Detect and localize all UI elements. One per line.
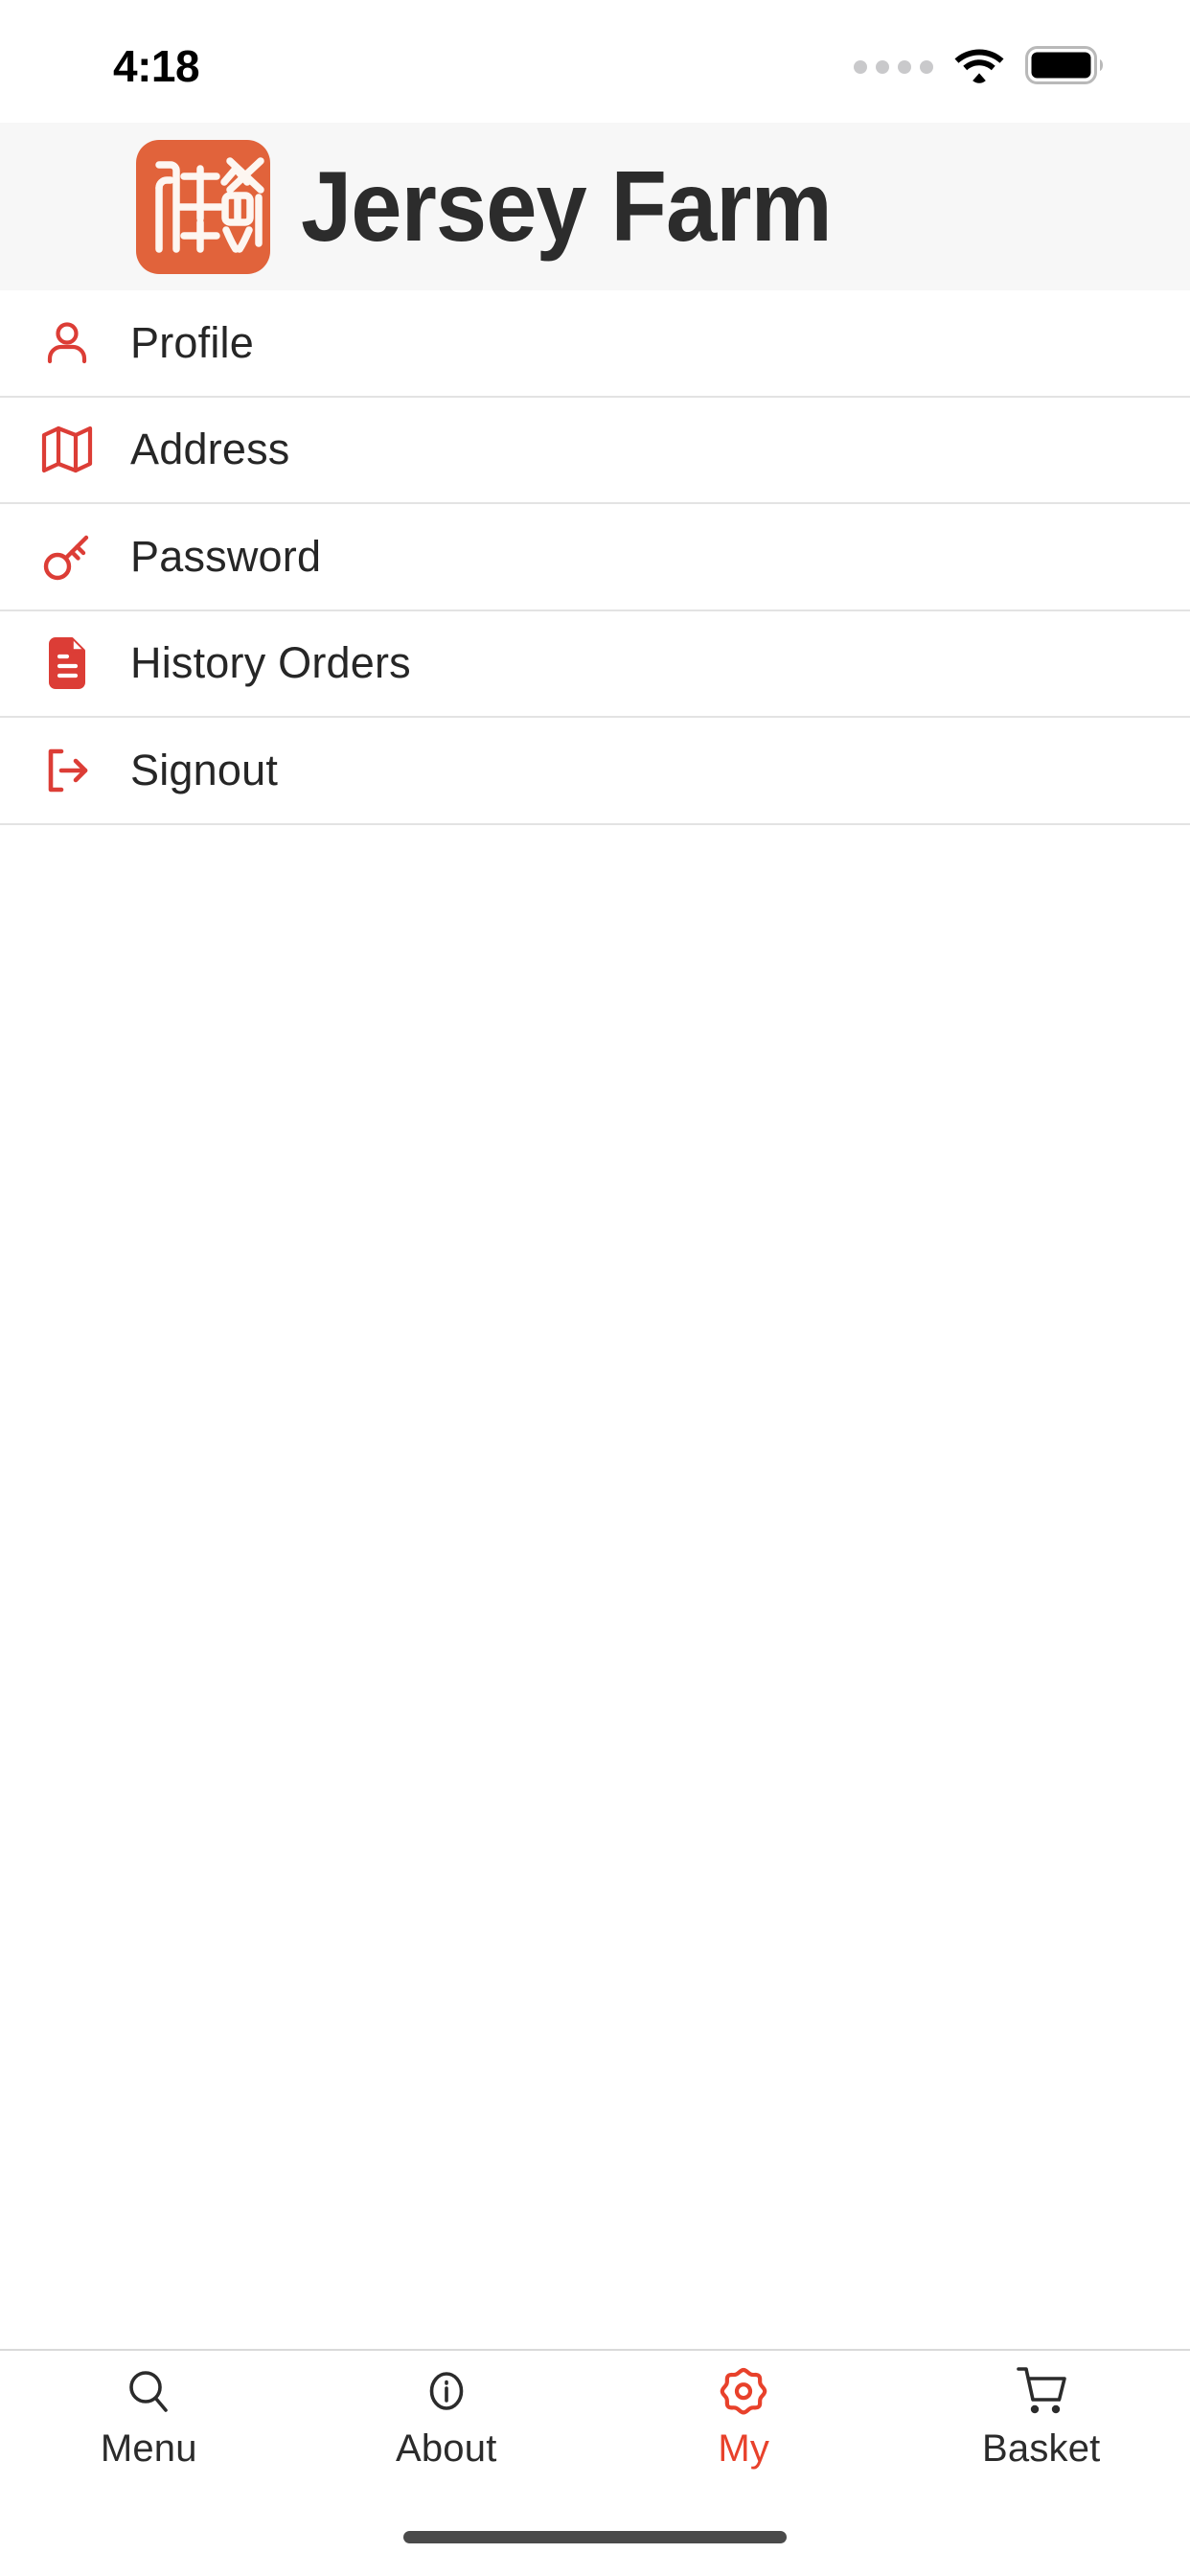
tab-label: About — [395, 2427, 497, 2470]
status-bar-indicators — [854, 45, 1106, 89]
shopping-cart-icon — [1013, 2364, 1070, 2420]
menu-item-profile[interactable]: Profile — [0, 290, 1190, 398]
signal-dots-icon — [854, 60, 933, 74]
menu-item-label: Password — [130, 531, 322, 581]
document-icon — [38, 634, 96, 692]
menu-item-label: Signout — [130, 745, 279, 794]
tab-label: Menu — [100, 2427, 197, 2470]
bottom-tab-bar: Menu About My Basket — [0, 2349, 1190, 2497]
menu-item-history-orders[interactable]: History Orders — [0, 610, 1190, 718]
tab-about[interactable]: About — [298, 2364, 596, 2471]
key-icon — [38, 528, 96, 586]
app-screen: 4:18 Jersey Farm Profile Address Passwor… — [0, 0, 1190, 2576]
status-bar-clock: 4:18 — [113, 41, 200, 91]
tab-my[interactable]: My — [595, 2364, 893, 2471]
tab-menu[interactable]: Menu — [0, 2364, 298, 2471]
app-header: Jersey Farm — [0, 123, 1190, 290]
user-icon — [38, 314, 96, 372]
menu-item-label: History Orders — [130, 638, 411, 688]
account-menu-list: Profile Address Password History Orders … — [0, 290, 1190, 825]
logout-icon — [38, 742, 96, 799]
menu-item-password[interactable]: Password — [0, 504, 1190, 611]
home-indicator-area — [0, 2497, 1190, 2576]
menu-item-label: Address — [130, 425, 290, 474]
info-circle-icon — [420, 2364, 473, 2420]
search-icon — [122, 2364, 175, 2420]
tab-label: My — [718, 2427, 770, 2470]
home-indicator-bar[interactable] — [403, 2530, 787, 2543]
status-bar: 4:18 — [0, 0, 1190, 123]
content-empty-area — [0, 824, 1190, 2349]
map-icon — [38, 421, 96, 478]
menu-item-label: Profile — [130, 317, 254, 367]
page-title: Jersey Farm — [301, 150, 833, 263]
tab-basket[interactable]: Basket — [893, 2364, 1190, 2471]
battery-full-icon — [1025, 45, 1106, 89]
brand-seal-logo-icon — [136, 139, 270, 274]
menu-item-address[interactable]: Address — [0, 397, 1190, 504]
menu-item-signout[interactable]: Signout — [0, 718, 1190, 825]
gear-icon — [717, 2364, 770, 2420]
tab-label: Basket — [982, 2427, 1101, 2470]
wifi-icon — [954, 46, 1004, 89]
